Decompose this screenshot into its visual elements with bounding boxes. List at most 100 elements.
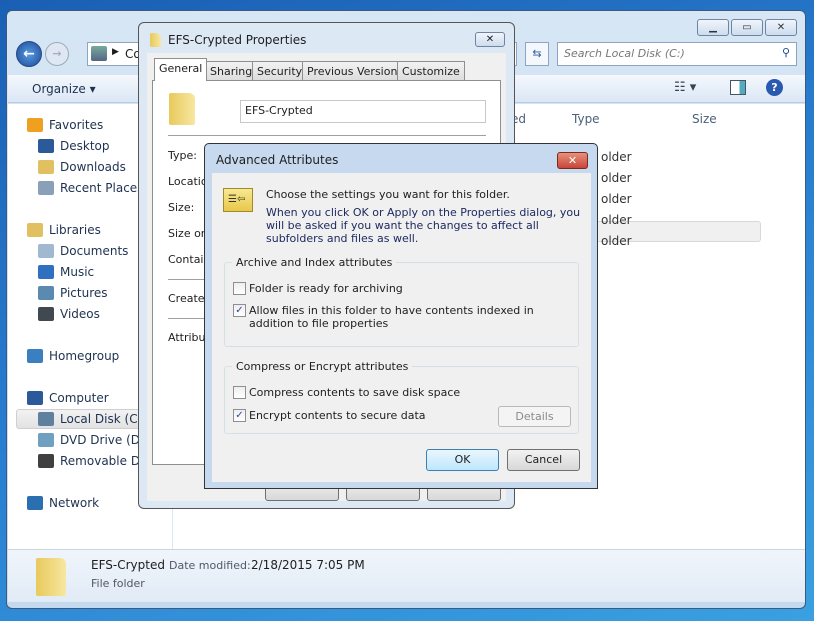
encrypt-checkbox-row[interactable]: ✓ Encrypt contents to secure data	[233, 409, 426, 422]
sidebar-item-label: Removable Di	[60, 454, 144, 468]
refresh-button[interactable]: ⇆	[525, 42, 549, 66]
sidebar-item-label: Downloads	[60, 160, 126, 174]
preview-pane-icon[interactable]	[730, 80, 746, 95]
sidebar-item[interactable]: Music	[38, 262, 94, 282]
sidebar-item-label: Desktop	[60, 139, 110, 153]
local-disk-icon	[38, 412, 54, 426]
maximize-button[interactable]: ▭	[731, 19, 763, 36]
details-button[interactable]: Details	[498, 406, 571, 427]
computer-drive-icon	[91, 46, 107, 61]
search-icon: ⚲	[781, 46, 790, 59]
help-icon[interactable]: ?	[766, 79, 783, 96]
compress-encrypt-group-title: Compress or Encrypt attributes	[232, 360, 413, 373]
sidebar-item[interactable]: Documents	[38, 241, 128, 261]
tab-previous-versions[interactable]: Previous Versions	[302, 61, 409, 81]
sidebar-item-label: Local Disk (C:)	[60, 412, 147, 426]
compress-checkbox[interactable]	[233, 386, 246, 399]
libraries-icon	[27, 223, 43, 237]
cancel-button[interactable]: Cancel	[507, 449, 580, 471]
videos-icon	[38, 307, 54, 321]
recent-places-icon	[38, 181, 54, 195]
advanced-attributes-dialog: Advanced Attributes ✕ ☰⇦ Choose the sett…	[204, 143, 598, 489]
computer-icon	[27, 391, 43, 405]
removable-disk-icon	[38, 454, 54, 468]
details-pane: EFS-Crypted Date modified: 2/18/2015 7:0…	[8, 549, 805, 602]
sidebar-item[interactable]: Desktop	[38, 136, 110, 156]
sidebar-item-label: Network	[49, 496, 100, 510]
file-row-type[interactable]: older	[601, 192, 632, 206]
sidebar-item[interactable]: Computer	[27, 388, 109, 408]
index-label: Allow files in this folder to have conte…	[249, 304, 534, 330]
breadcrumb-arrow-icon: ▶	[112, 47, 119, 57]
encrypt-checkbox[interactable]: ✓	[233, 409, 246, 422]
sidebar-item-label: Recent Places	[60, 181, 144, 195]
close-button[interactable]: ✕	[475, 32, 505, 47]
sidebar-item[interactable]: Pictures	[38, 283, 108, 303]
close-button[interactable]: ✕	[765, 19, 797, 36]
sidebar-item[interactable]: Videos	[38, 304, 100, 324]
sidebar-item[interactable]: Downloads	[38, 157, 126, 177]
size-on-disk-label: Size on	[168, 227, 208, 240]
forward-button[interactable]: →	[45, 42, 69, 66]
pictures-icon	[38, 286, 54, 300]
compress-label: Compress contents to save disk space	[249, 386, 461, 399]
organize-button[interactable]: Organize ▾	[32, 82, 96, 96]
back-button[interactable]: ←	[16, 41, 42, 67]
star-icon	[27, 118, 43, 132]
folder-icon	[169, 93, 195, 125]
sidebar-item-label: Favorites	[49, 118, 104, 132]
dvd-drive-icon	[38, 433, 54, 447]
file-row-type[interactable]: older	[601, 171, 632, 185]
file-row-type[interactable]: older	[601, 234, 632, 248]
sidebar-item[interactable]: Recent Places	[38, 178, 143, 198]
folder-icon	[150, 33, 161, 47]
minimize-button[interactable]: ▁	[697, 19, 729, 36]
sidebar-item-label: Homegroup	[49, 349, 120, 363]
sidebar-item[interactable]: Favorites	[27, 115, 103, 135]
sidebar-item[interactable]: Removable Di	[38, 451, 143, 471]
size-label: Size:	[168, 201, 195, 214]
folder-attributes-icon: ☰⇦	[223, 188, 253, 212]
view-options-icon[interactable]: ☷ ▾	[674, 80, 696, 95]
sidebar-item-label: Videos	[60, 307, 100, 321]
sidebar-item[interactable]: DVD Drive (D:)	[38, 430, 149, 450]
folder-icon	[36, 558, 66, 596]
type-label: Type:	[168, 149, 197, 162]
homegroup-icon	[27, 349, 43, 363]
archive-index-group-title: Archive and Index attributes	[232, 256, 397, 269]
file-row-type[interactable]: older	[601, 213, 632, 227]
index-checkbox[interactable]: ✓	[233, 304, 246, 317]
note-text: When you click OK or Apply on the Proper…	[266, 206, 581, 245]
network-icon	[27, 496, 43, 510]
file-row-type[interactable]: older	[601, 150, 632, 164]
ok-button[interactable]: OK	[426, 449, 499, 471]
tab-sharing[interactable]: Sharing	[205, 61, 258, 81]
archive-label: Folder is ready for archiving	[249, 282, 403, 295]
compress-checkbox-row[interactable]: Compress contents to save disk space	[233, 386, 460, 399]
intro-text: Choose the settings you want for this fo…	[266, 188, 510, 201]
tab-security[interactable]: Security	[252, 61, 308, 81]
archive-checkbox-row[interactable]: Folder is ready for archiving	[233, 282, 403, 295]
column-header-type[interactable]: Type	[572, 112, 600, 126]
sidebar-item[interactable]: Libraries	[27, 220, 101, 240]
sidebar-item-label: DVD Drive (D:)	[60, 433, 149, 447]
details-type: File folder	[91, 577, 145, 590]
tab-general[interactable]: General	[154, 58, 208, 81]
music-icon	[38, 265, 54, 279]
sidebar-item[interactable]: Homegroup	[27, 346, 119, 366]
downloads-folder-icon	[38, 160, 54, 174]
tab-customize[interactable]: Customize	[397, 61, 465, 81]
close-button[interactable]: ✕	[557, 152, 588, 169]
search-input[interactable]: Search Local Disk (C:) ⚲	[557, 42, 797, 66]
column-header-size[interactable]: Size	[692, 112, 717, 126]
archive-checkbox[interactable]	[233, 282, 246, 295]
dialog-title: EFS-Crypted Properties	[168, 33, 307, 47]
details-date-value: 2/18/2015 7:05 PM	[251, 558, 365, 572]
folder-name-input[interactable]: EFS-Crypted	[240, 100, 486, 123]
sidebar-item-label: Pictures	[60, 286, 108, 300]
sidebar-item-label: Computer	[49, 391, 109, 405]
details-date-label: Date modified:	[169, 559, 251, 572]
index-checkbox-row[interactable]: ✓ Allow files in this folder to have cont…	[233, 304, 578, 330]
sidebar-item[interactable]: Network	[27, 493, 99, 513]
documents-icon	[38, 244, 54, 258]
